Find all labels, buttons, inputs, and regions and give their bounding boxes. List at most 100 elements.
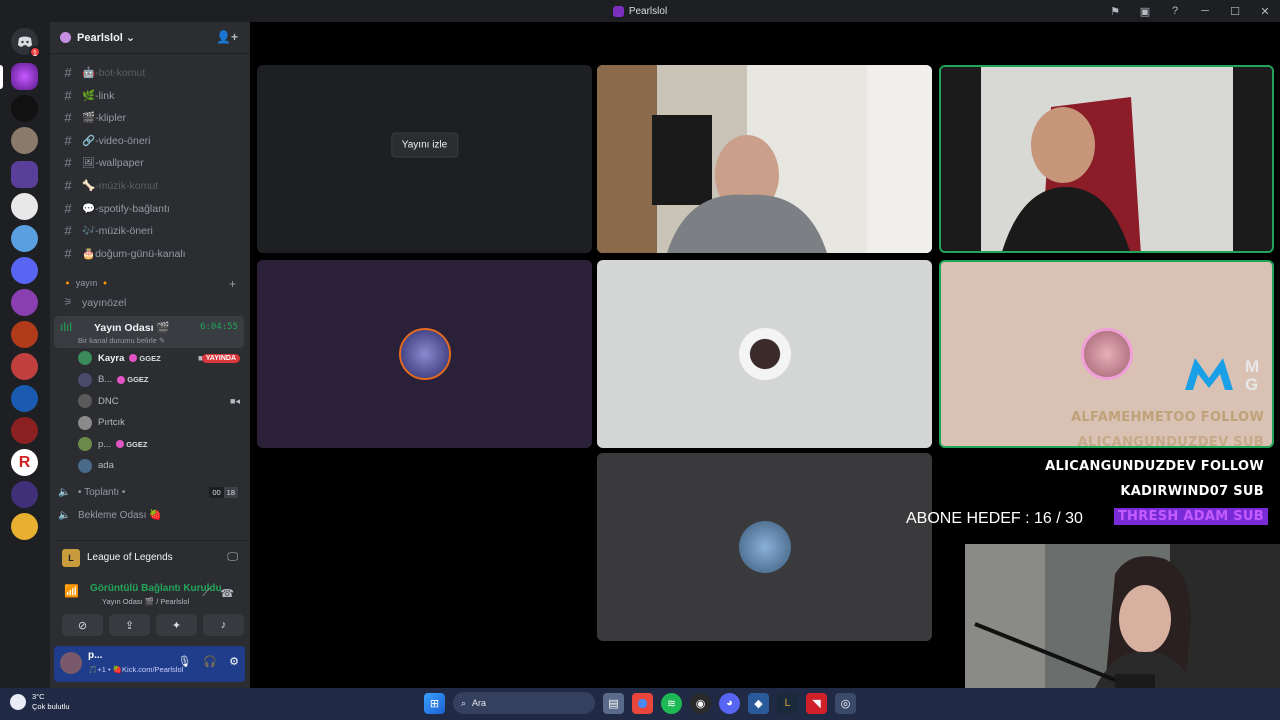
- headphones-icon[interactable]: 🎧: [203, 655, 217, 668]
- server-3[interactable]: [11, 127, 38, 154]
- help-icon[interactable]: ?: [1160, 5, 1190, 17]
- home-button[interactable]: 1: [11, 28, 41, 58]
- voice-user[interactable]: Pırtcık: [78, 413, 244, 433]
- camera-tile-2[interactable]: [939, 65, 1274, 253]
- channel-item[interactable]: # 🦴-müzik-komut: [58, 175, 244, 196]
- stream-logo: M G: [1185, 357, 1259, 394]
- voice-activity-icon: ılıl: [60, 320, 72, 334]
- speaker-icon: 🔈: [58, 509, 71, 521]
- voice-user[interactable]: ada: [78, 456, 244, 476]
- voice-user-name: Kayra: [98, 352, 125, 364]
- weather-widget[interactable]: 3°C Çok bulutlu: [10, 692, 70, 712]
- avatar-tile-1[interactable]: [257, 260, 592, 448]
- add-user-icon[interactable]: 👤+: [216, 30, 238, 44]
- channel-item[interactable]: # 🎬-klipler: [58, 107, 244, 128]
- search-input[interactable]: ⌕ Ara: [453, 692, 595, 714]
- channel-yayinozel[interactable]: ⚞ yayınözel: [58, 292, 244, 313]
- voice-user[interactable]: B... GGEZ: [78, 370, 244, 390]
- server-header[interactable]: Pearlslol ⌄ 👤+: [50, 22, 250, 54]
- search-placeholder: Ara: [472, 698, 487, 708]
- server-13[interactable]: R: [11, 449, 38, 476]
- browser-icon[interactable]: ◎: [835, 692, 856, 714]
- discord-icon[interactable]: ◕: [719, 692, 740, 714]
- league-icon[interactable]: L: [777, 692, 798, 714]
- channel-label: yayınözel: [82, 296, 127, 309]
- server-14[interactable]: [11, 481, 38, 508]
- activities-icon[interactable]: ✦: [156, 614, 197, 636]
- hash-icon: #: [64, 223, 72, 239]
- obs-icon[interactable]: ◉: [690, 692, 711, 714]
- camera-tile-1[interactable]: [597, 65, 932, 253]
- server-10[interactable]: [11, 353, 38, 380]
- camera-off-icon[interactable]: ⊘: [62, 614, 103, 636]
- voice-status[interactable]: Bir kanal durumu belirle ✎: [78, 336, 165, 345]
- screen-share-icon[interactable]: ▣: [1130, 5, 1160, 18]
- app-icon[interactable]: ◆: [748, 692, 769, 714]
- chrome-icon[interactable]: [632, 692, 653, 714]
- spotify-icon[interactable]: ≋: [661, 692, 682, 714]
- server-folder[interactable]: [11, 161, 38, 188]
- voice-channel-toplanti[interactable]: 🔈 • Toplantı • 00 18: [58, 482, 244, 502]
- voice-connection-panel: 📶 Görüntülü Bağlantı Kuruldu Yayın Odası…: [56, 578, 246, 614]
- stream-tile[interactable]: Yayını izle: [257, 65, 592, 253]
- activity-panel[interactable]: L League of Legends 🖵: [56, 540, 246, 574]
- avatar-tile-4[interactable]: [597, 453, 932, 641]
- discord-icon: [17, 36, 32, 47]
- voice-user[interactable]: KayraGGEZ■◂YAYINDA: [78, 348, 244, 368]
- server-11[interactable]: [11, 385, 38, 412]
- hash-icon: #: [64, 132, 72, 148]
- screen-share-icon[interactable]: 🖵: [227, 551, 238, 564]
- channel-item[interactable]: # 🔗-video-öneri: [58, 130, 244, 151]
- soundboard-icon[interactable]: ♪: [203, 614, 244, 636]
- voice-user[interactable]: p... GGEZ: [78, 434, 244, 454]
- voice-user[interactable]: DNC ■◂: [78, 391, 244, 411]
- search-icon: ⌕: [461, 697, 467, 708]
- channel-item[interactable]: # 🎶-müzik-öneri: [58, 220, 244, 241]
- inbox-icon[interactable]: ⚑: [1100, 5, 1130, 18]
- avatar[interactable]: [60, 652, 82, 674]
- channel-item[interactable]: # 💬-spotify-bağlantı: [58, 198, 244, 219]
- live-badge: YAYINDA: [201, 353, 240, 363]
- cloud-icon: [10, 694, 26, 710]
- add-channel-icon[interactable]: +: [229, 277, 236, 291]
- close-button[interactable]: ✕: [1250, 5, 1280, 18]
- temperature: 3°C: [32, 692, 45, 701]
- voice-user-name: ada: [98, 460, 114, 471]
- voice-user-name: p...: [98, 438, 112, 450]
- server-pearlslol[interactable]: [11, 63, 38, 90]
- voice-channel-bekleme[interactable]: 🔈 Bekleme Odası 🍓: [58, 505, 244, 525]
- channel-item[interactable]: # 🌿-link: [58, 85, 244, 106]
- watch-stream-button[interactable]: Yayını izle: [390, 132, 459, 158]
- connection-channel[interactable]: Yayın Odası 🎬 / Pearlslol: [102, 597, 189, 606]
- active-voice-channel[interactable]: ılıl Yayın Odası 🎬 6:04:55 Bir kanal dur…: [54, 316, 244, 348]
- riot-icon[interactable]: ◥: [806, 692, 827, 714]
- server-9[interactable]: [11, 321, 38, 348]
- server-6[interactable]: [11, 225, 38, 252]
- avatar: [78, 437, 92, 451]
- noise-suppression-icon[interactable]: ⟋: [202, 587, 210, 600]
- maximize-button[interactable]: ☐: [1220, 5, 1250, 18]
- username[interactable]: p...: [88, 650, 102, 661]
- category-yayin[interactable]: 🔸 yayın 🔸 +: [58, 277, 244, 291]
- share-screen-icon[interactable]: ⇪: [109, 614, 150, 636]
- mic-icon[interactable]: 🎙: [177, 655, 191, 668]
- channel-item[interactable]: # 🤖-bot-komut: [58, 62, 244, 83]
- minimize-button[interactable]: ─: [1190, 5, 1220, 17]
- server-5[interactable]: [11, 193, 38, 220]
- gear-icon[interactable]: ⚙: [229, 655, 239, 668]
- start-icon[interactable]: ⊞: [424, 692, 445, 714]
- avatar: [78, 372, 92, 387]
- app-icon: [612, 5, 624, 17]
- call-controls: ⊘ ⇪ ✦ ♪: [56, 614, 246, 640]
- server-12[interactable]: [11, 417, 38, 444]
- channel-item[interactable]: # 🎂doğum-günü-kanalı: [58, 243, 244, 264]
- hash-icon: #: [64, 200, 72, 216]
- server-8[interactable]: [11, 289, 38, 316]
- server-7[interactable]: [11, 257, 38, 284]
- file-explorer-icon[interactable]: ▤: [603, 692, 624, 714]
- server-2[interactable]: [11, 95, 38, 122]
- server-15[interactable]: [11, 513, 38, 540]
- channel-item[interactable]: # 🖼-wallpaper: [58, 152, 244, 173]
- avatar-tile-2[interactable]: [597, 260, 932, 448]
- disconnect-icon[interactable]: ☎: [220, 587, 234, 600]
